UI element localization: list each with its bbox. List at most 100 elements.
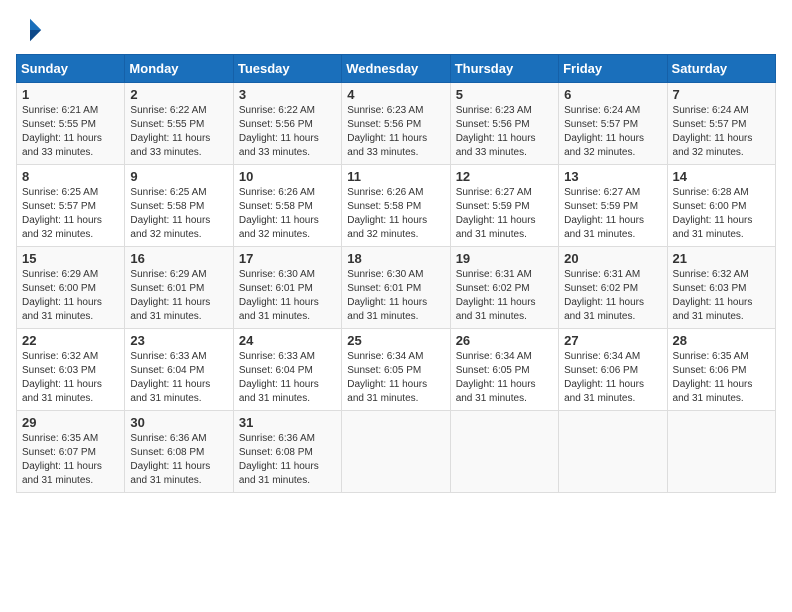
calendar-day-cell: 21 Sunrise: 6:32 AM Sunset: 6:03 PM Dayli… (667, 247, 775, 329)
day-info: Sunrise: 6:34 AM Sunset: 6:05 PM Dayligh… (456, 350, 553, 406)
calendar-day-cell: 12 Sunrise: 6:27 AM Sunset: 5:59 PM Dayli… (450, 165, 558, 247)
day-number: 27 (564, 333, 661, 348)
calendar-day-cell: 20 Sunrise: 6:31 AM Sunset: 6:02 PM Dayli… (559, 247, 667, 329)
calendar-day-cell: 27 Sunrise: 6:34 AM Sunset: 6:06 PM Dayli… (559, 329, 667, 411)
calendar-day-cell: 18Sunrise: 6:30 AM Sunset: 6:01 PM Dayli… (342, 247, 450, 329)
day-number: 14 (673, 169, 770, 184)
calendar-day-cell: 30Sunrise: 6:36 AM Sunset: 6:08 PM Dayli… (125, 411, 233, 493)
calendar-week-row: 22Sunrise: 6:32 AM Sunset: 6:03 PM Dayli… (17, 329, 776, 411)
day-of-week-header: Wednesday (342, 55, 450, 83)
day-number: 24 (239, 333, 336, 348)
day-info: Sunrise: 6:31 AM Sunset: 6:02 PM Dayligh… (564, 268, 661, 324)
day-info: Sunrise: 6:23 AM Sunset: 5:56 PM Dayligh… (347, 104, 444, 160)
day-info: Sunrise: 6:24 AM Sunset: 5:57 PM Dayligh… (673, 104, 770, 160)
day-number: 29 (22, 415, 119, 430)
day-number: 9 (130, 169, 227, 184)
day-info: Sunrise: 6:33 AM Sunset: 6:04 PM Dayligh… (239, 350, 336, 406)
day-info: Sunrise: 6:29 AM Sunset: 6:00 PM Dayligh… (22, 268, 119, 324)
day-info: Sunrise: 6:32 AM Sunset: 6:03 PM Dayligh… (673, 268, 770, 324)
calendar-day-cell: 8 Sunrise: 6:25 AM Sunset: 5:57 PM Daylig… (17, 165, 125, 247)
day-number: 26 (456, 333, 553, 348)
calendar-day-cell: 2 Sunrise: 6:22 AM Sunset: 5:55 PM Daylig… (125, 83, 233, 165)
day-info: Sunrise: 6:28 AM Sunset: 6:00 PM Dayligh… (673, 186, 770, 242)
day-number: 6 (564, 87, 661, 102)
day-of-week-header: Sunday (17, 55, 125, 83)
day-number: 25 (347, 333, 444, 348)
day-info: Sunrise: 6:22 AM Sunset: 5:56 PM Dayligh… (239, 104, 336, 160)
day-info: Sunrise: 6:31 AM Sunset: 6:02 PM Dayligh… (456, 268, 553, 324)
calendar-day-cell: 16 Sunrise: 6:29 AM Sunset: 6:01 PM Dayli… (125, 247, 233, 329)
day-number: 19 (456, 251, 553, 266)
day-number: 11 (347, 169, 444, 184)
day-number: 2 (130, 87, 227, 102)
day-of-week-header: Saturday (667, 55, 775, 83)
calendar-day-cell: 7 Sunrise: 6:24 AM Sunset: 5:57 PM Daylig… (667, 83, 775, 165)
calendar-day-cell: 1 Sunrise: 6:21 AM Sunset: 5:55 PM Daylig… (17, 83, 125, 165)
day-info: Sunrise: 6:21 AM Sunset: 5:55 PM Dayligh… (22, 104, 119, 160)
logo (16, 16, 50, 44)
day-info: Sunrise: 6:27 AM Sunset: 5:59 PM Dayligh… (564, 186, 661, 242)
day-of-week-header: Tuesday (233, 55, 341, 83)
calendar-day-cell: 22Sunrise: 6:32 AM Sunset: 6:03 PM Dayli… (17, 329, 125, 411)
day-info: Sunrise: 6:24 AM Sunset: 5:57 PM Dayligh… (564, 104, 661, 160)
day-number: 7 (673, 87, 770, 102)
calendar-day-cell: 24 Sunrise: 6:33 AM Sunset: 6:04 PM Dayli… (233, 329, 341, 411)
day-info: Sunrise: 6:30 AM Sunset: 6:01 PM Dayligh… (239, 268, 336, 324)
calendar-day-cell (342, 411, 450, 493)
calendar-day-cell: 29 Sunrise: 6:35 AM Sunset: 6:07 PM Dayli… (17, 411, 125, 493)
calendar-day-cell: 14 Sunrise: 6:28 AM Sunset: 6:00 PM Dayli… (667, 165, 775, 247)
calendar-day-cell: 28 Sunrise: 6:35 AM Sunset: 6:06 PM Dayli… (667, 329, 775, 411)
day-number: 1 (22, 87, 119, 102)
calendar-day-cell: 17Sunrise: 6:30 AM Sunset: 6:01 PM Dayli… (233, 247, 341, 329)
day-number: 21 (673, 251, 770, 266)
day-number: 22 (22, 333, 119, 348)
day-info: Sunrise: 6:26 AM Sunset: 5:58 PM Dayligh… (347, 186, 444, 242)
day-number: 3 (239, 87, 336, 102)
day-info: Sunrise: 6:29 AM Sunset: 6:01 PM Dayligh… (130, 268, 227, 324)
day-info: Sunrise: 6:27 AM Sunset: 5:59 PM Dayligh… (456, 186, 553, 242)
day-number: 16 (130, 251, 227, 266)
calendar-day-cell (667, 411, 775, 493)
calendar-header-row: SundayMondayTuesdayWednesdayThursdayFrid… (17, 55, 776, 83)
calendar-day-cell: 13Sunrise: 6:27 AM Sunset: 5:59 PM Dayli… (559, 165, 667, 247)
calendar-week-row: 15Sunrise: 6:29 AM Sunset: 6:00 PM Dayli… (17, 247, 776, 329)
day-info: Sunrise: 6:35 AM Sunset: 6:06 PM Dayligh… (673, 350, 770, 406)
calendar-week-row: 29 Sunrise: 6:35 AM Sunset: 6:07 PM Dayli… (17, 411, 776, 493)
day-info: Sunrise: 6:34 AM Sunset: 6:05 PM Dayligh… (347, 350, 444, 406)
day-number: 20 (564, 251, 661, 266)
day-number: 30 (130, 415, 227, 430)
day-number: 5 (456, 87, 553, 102)
day-info: Sunrise: 6:34 AM Sunset: 6:06 PM Dayligh… (564, 350, 661, 406)
day-info: Sunrise: 6:23 AM Sunset: 5:56 PM Dayligh… (456, 104, 553, 160)
calendar-week-row: 8 Sunrise: 6:25 AM Sunset: 5:57 PM Daylig… (17, 165, 776, 247)
day-info: Sunrise: 6:25 AM Sunset: 5:58 PM Dayligh… (130, 186, 227, 242)
calendar-day-cell: 23 Sunrise: 6:33 AM Sunset: 6:04 PM Dayli… (125, 329, 233, 411)
day-number: 8 (22, 169, 119, 184)
day-number: 12 (456, 169, 553, 184)
calendar-day-cell: 5 Sunrise: 6:23 AM Sunset: 5:56 PM Daylig… (450, 83, 558, 165)
calendar-day-cell: 15Sunrise: 6:29 AM Sunset: 6:00 PM Dayli… (17, 247, 125, 329)
calendar-day-cell: 10 Sunrise: 6:26 AM Sunset: 5:58 PM Dayli… (233, 165, 341, 247)
day-number: 28 (673, 333, 770, 348)
day-number: 4 (347, 87, 444, 102)
day-of-week-header: Thursday (450, 55, 558, 83)
calendar-day-cell (450, 411, 558, 493)
day-of-week-header: Friday (559, 55, 667, 83)
day-info: Sunrise: 6:35 AM Sunset: 6:07 PM Dayligh… (22, 432, 119, 488)
day-of-week-header: Monday (125, 55, 233, 83)
day-number: 10 (239, 169, 336, 184)
logo-icon (16, 16, 44, 44)
calendar-day-cell: 9 Sunrise: 6:25 AM Sunset: 5:58 PM Daylig… (125, 165, 233, 247)
calendar-day-cell: 19 Sunrise: 6:31 AM Sunset: 6:02 PM Dayli… (450, 247, 558, 329)
day-info: Sunrise: 6:25 AM Sunset: 5:57 PM Dayligh… (22, 186, 119, 242)
calendar-day-cell: 26 Sunrise: 6:34 AM Sunset: 6:05 PM Dayli… (450, 329, 558, 411)
day-number: 23 (130, 333, 227, 348)
calendar-day-cell: 6 Sunrise: 6:24 AM Sunset: 5:57 PM Daylig… (559, 83, 667, 165)
day-number: 31 (239, 415, 336, 430)
calendar-table: SundayMondayTuesdayWednesdayThursdayFrid… (16, 54, 776, 493)
calendar-day-cell: 11 Sunrise: 6:26 AM Sunset: 5:58 PM Dayli… (342, 165, 450, 247)
day-info: Sunrise: 6:30 AM Sunset: 6:01 PM Dayligh… (347, 268, 444, 324)
day-info: Sunrise: 6:22 AM Sunset: 5:55 PM Dayligh… (130, 104, 227, 160)
day-info: Sunrise: 6:26 AM Sunset: 5:58 PM Dayligh… (239, 186, 336, 242)
day-info: Sunrise: 6:33 AM Sunset: 6:04 PM Dayligh… (130, 350, 227, 406)
